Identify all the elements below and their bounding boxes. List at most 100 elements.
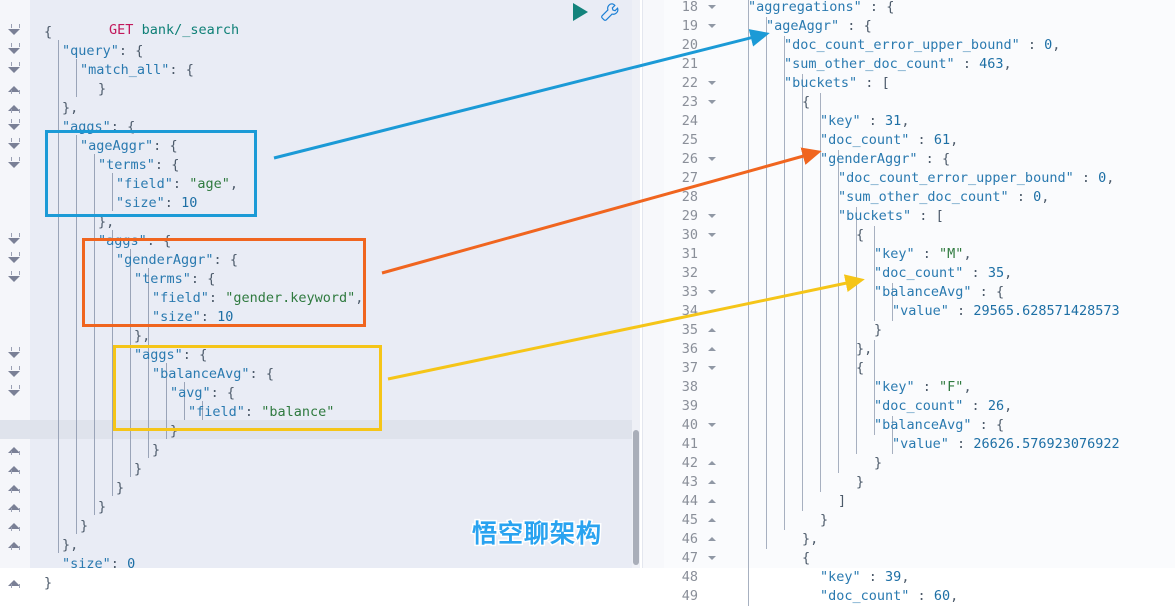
wrench-icon[interactable] [600,2,620,22]
fold-expand-icon[interactable] [708,321,717,340]
response-code-line[interactable]: "balanceAvg" : { [874,416,1004,435]
response-code-line[interactable]: "key" : "M", [874,245,972,264]
fold-collapse-icon[interactable] [708,207,717,226]
fold-collapse-icon[interactable] [708,359,717,378]
response-code-line[interactable]: { [802,93,810,112]
response-code-line[interactable]: "doc_count_error_upper_bound" : 0, [838,169,1114,188]
fold-collapse-icon[interactable] [8,24,21,37]
fold-expand-icon[interactable] [8,537,21,550]
fold-expand-icon[interactable] [8,100,21,113]
fold-expand-icon[interactable] [708,340,717,359]
response-code-line[interactable]: ] [838,492,846,511]
response-code-line[interactable]: "genderAggr" : { [820,150,950,169]
fold-expand-icon[interactable] [8,461,21,474]
response-code-line[interactable]: "buckets" : [ [838,207,944,226]
response-code-line[interactable]: "doc_count_error_upper_bound" : 0, [784,36,1060,55]
response-viewer-pane[interactable]: 18 19 20 21 22 23 24 25 26 27 28 29 30 31 32 33 34 35 36 37… [664,0,1175,606]
fold-collapse-icon[interactable] [708,549,717,568]
editor-toolbar[interactable] [573,2,620,22]
indent-guide [748,0,749,606]
response-code-line[interactable]: "balanceAvg" : { [874,283,1004,302]
response-code-line[interactable]: } [874,454,882,473]
response-code-line[interactable]: "sum_other_doc_count" : 463, [784,55,1012,74]
fold-collapse-icon[interactable] [8,252,21,265]
fold-collapse-icon[interactable] [8,366,21,379]
response-code-line[interactable]: } [874,321,882,340]
fold-expand-icon[interactable] [8,81,21,94]
request-code-line[interactable]: } [116,479,124,498]
request-code-line[interactable]: "query": { [62,42,143,61]
fold-expand-icon[interactable] [8,480,21,493]
response-code-line[interactable]: "aggregations" : { [748,0,894,17]
response-code-line[interactable]: "key" : 31, [820,112,909,131]
response-code-line[interactable]: "value" : 26626.576923076922 [892,435,1120,454]
response-code-line[interactable]: "key" : 39, [820,568,909,587]
fold-collapse-icon[interactable] [8,43,21,56]
request-code-line[interactable]: } [134,460,142,479]
fold-collapse-icon[interactable] [8,385,21,398]
request-code-line[interactable]: "match_all": { [80,61,194,80]
fold-collapse-icon[interactable] [708,17,717,36]
fold-collapse-icon[interactable] [8,138,21,151]
fold-expand-icon[interactable] [708,492,717,511]
play-icon[interactable] [573,3,588,21]
request-code-line[interactable]: }, [134,327,150,346]
request-code-line[interactable]: } [80,517,88,536]
response-code-line[interactable]: "doc_count" : 35, [874,264,1012,283]
request-code-line[interactable]: }, [62,536,78,555]
response-code-line[interactable]: "doc_count" : 61, [820,131,958,150]
request-code-line[interactable]: "size": 0 [62,555,135,574]
fold-collapse-icon[interactable] [8,347,21,360]
indent-guide [802,74,803,511]
response-code-line[interactable]: "doc_count" : 60, [820,587,958,606]
fold-collapse-icon[interactable] [8,157,21,170]
fold-expand-icon[interactable] [708,530,717,549]
response-line-number: 28 [681,189,698,205]
response-code-line[interactable]: } [820,511,828,530]
fold-expand-icon[interactable] [8,575,21,588]
request-code-line[interactable]: }, [62,99,78,118]
response-code-line[interactable]: }, [802,530,818,549]
response-code-line[interactable]: } [856,473,864,492]
response-code-line[interactable]: { [856,226,864,245]
fold-collapse-icon[interactable] [8,233,21,246]
fold-collapse-icon[interactable] [8,62,21,75]
response-code-line[interactable]: "ageAggr" : { [766,17,872,36]
fold-expand-icon[interactable] [708,473,717,492]
fold-collapse-icon[interactable] [708,416,717,435]
fold-collapse-icon[interactable] [8,119,21,132]
fold-collapse-icon[interactable] [708,226,717,245]
response-line-number: 26 [681,151,698,167]
response-code-line[interactable]: { [802,549,810,568]
request-editor-pane[interactable]: GET bank/_search {"query": {"match_all":… [0,0,632,591]
fold-collapse-icon[interactable] [708,150,717,169]
request-code-line[interactable]: { [44,23,52,42]
request-fold-gutter[interactable] [0,0,30,588]
request-code-line[interactable]: } [152,441,160,460]
fold-collapse-icon[interactable] [8,271,21,284]
fold-collapse-icon[interactable] [708,283,717,302]
request-code-line[interactable]: } [98,80,106,99]
fold-collapse-icon[interactable] [708,74,717,93]
fold-collapse-icon[interactable] [708,93,717,112]
fold-expand-icon[interactable] [8,518,21,531]
response-code-line[interactable]: "buckets" : [ [784,74,890,93]
request-scrollbar-thumb[interactable] [633,430,639,565]
response-code-line[interactable]: "key" : "F", [874,378,972,397]
indent-guide [58,40,59,553]
response-code-line[interactable]: "value" : 29565.628571428573 [892,302,1120,321]
response-code-line[interactable]: }, [856,340,872,359]
response-code-line[interactable]: "doc_count" : 26, [874,397,1012,416]
request-code-line[interactable]: } [44,574,52,593]
fold-expand-icon[interactable] [8,499,21,512]
response-code-area[interactable]: "aggregations" : {"ageAggr" : {"doc_coun… [722,0,1175,606]
fold-expand-icon[interactable] [8,442,21,455]
fold-collapse-icon[interactable] [708,0,717,17]
response-code-line[interactable]: "sum_other_doc_count" : 0, [838,188,1049,207]
response-line-number: 39 [681,398,698,414]
fold-expand-icon[interactable] [708,511,717,530]
fold-expand-icon[interactable] [708,454,717,473]
response-code-line[interactable]: { [856,359,864,378]
indent-guide [766,17,767,549]
request-code-line[interactable]: } [98,498,106,517]
